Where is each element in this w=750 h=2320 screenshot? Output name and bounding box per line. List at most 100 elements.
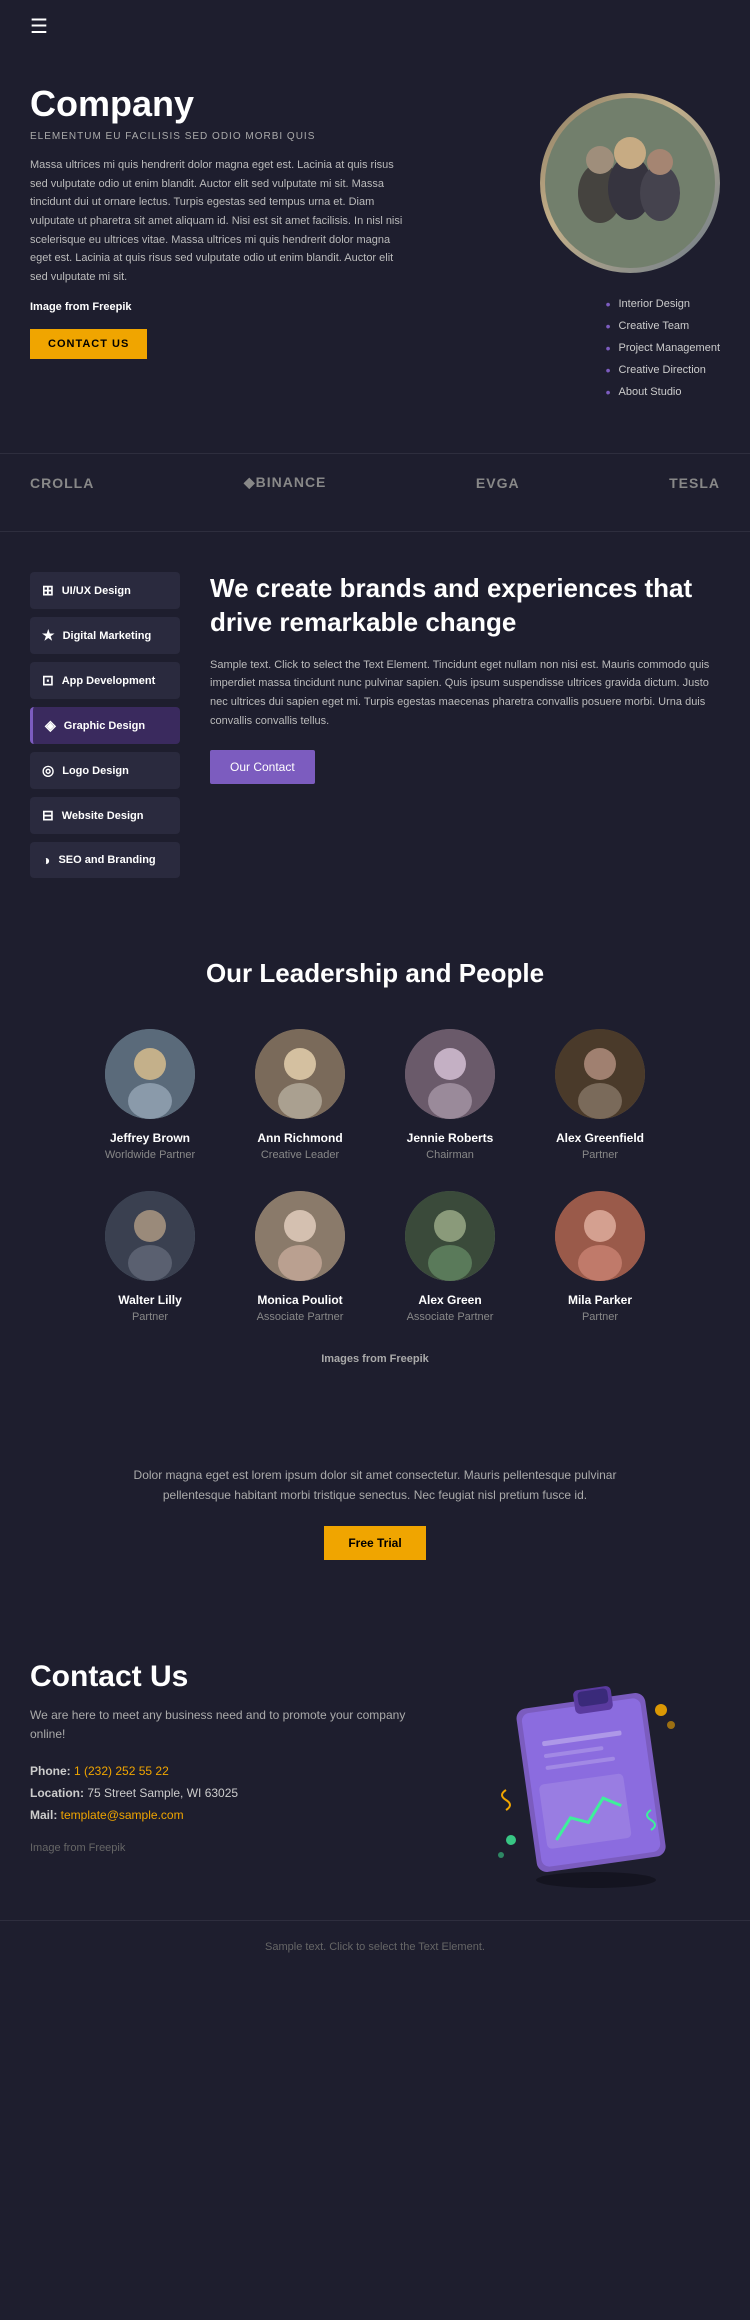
hero-body-text: Massa ultrices mi quis hendrerit dolor m… bbox=[30, 156, 413, 287]
navigation: ☰ bbox=[0, 0, 750, 53]
service-icon: ◎ bbox=[42, 762, 54, 779]
member-avatar bbox=[555, 1029, 645, 1119]
service-label: SEO and Branding bbox=[58, 854, 155, 866]
member-name: Monica Pouliot bbox=[257, 1293, 342, 1307]
cta-text: Dolor magna eget est lorem ipsum dolor s… bbox=[120, 1465, 630, 1506]
service-icon: ⊟ bbox=[42, 807, 54, 824]
member-role: Associate Partner bbox=[257, 1311, 344, 1323]
member-avatar bbox=[105, 1029, 195, 1119]
contact-title: Contact Us bbox=[30, 1660, 432, 1694]
service-menu-button[interactable]: ◑ SEO and Branding bbox=[30, 842, 180, 878]
member-name: Alex Green bbox=[418, 1293, 481, 1307]
hero-list-item: Project Management bbox=[606, 337, 720, 359]
service-label: Digital Marketing bbox=[63, 630, 152, 642]
brand-logo: EVGA bbox=[476, 475, 520, 491]
service-icon: ★ bbox=[42, 627, 55, 644]
service-menu-button[interactable]: ◈ Graphic Design bbox=[30, 707, 180, 744]
brand-logo: ◆BINANCE bbox=[244, 474, 327, 491]
team-member: Mila Parker Partner bbox=[535, 1191, 665, 1323]
member-avatar bbox=[255, 1191, 345, 1281]
services-content: We create brands and experiences that dr… bbox=[210, 572, 720, 878]
hero-list-item: Creative Team bbox=[606, 315, 720, 337]
clipboard-svg bbox=[486, 1660, 686, 1890]
service-menu-button[interactable]: ⊟ Website Design bbox=[30, 797, 180, 834]
member-name: Walter Lilly bbox=[118, 1293, 182, 1307]
hero-image bbox=[540, 93, 720, 273]
leadership-section: Our Leadership and People Jeffrey Brown … bbox=[0, 918, 750, 1405]
hero-section: Company ELEMENTUM EU FACILISIS SED ODIO … bbox=[0, 53, 750, 453]
member-role: Partner bbox=[132, 1311, 168, 1323]
hero-list: Interior DesignCreative TeamProject Mana… bbox=[606, 293, 720, 403]
footer: Sample text. Click to select the Text El… bbox=[0, 1920, 750, 1973]
contact-image-credit: Image from Freepik bbox=[30, 1842, 432, 1854]
footer-text: Sample text. Click to select the Text El… bbox=[30, 1941, 720, 1953]
member-role: Worldwide Partner bbox=[105, 1149, 195, 1161]
service-menu-button[interactable]: ★ Digital Marketing bbox=[30, 617, 180, 654]
member-name: Jennie Roberts bbox=[407, 1131, 494, 1145]
team-grid: Jeffrey Brown Worldwide Partner Ann Rich… bbox=[30, 1029, 720, 1323]
member-role: Associate Partner bbox=[407, 1311, 494, 1323]
images-credit: Images from Freepik bbox=[30, 1353, 720, 1365]
service-label: Graphic Design bbox=[64, 720, 145, 732]
our-contact-button[interactable]: Our Contact bbox=[210, 750, 315, 784]
team-member: Jeffrey Brown Worldwide Partner bbox=[85, 1029, 215, 1161]
service-menu-button[interactable]: ⊞ UI/UX Design bbox=[30, 572, 180, 609]
member-role: Chairman bbox=[426, 1149, 474, 1161]
member-name: Alex Greenfield bbox=[556, 1131, 644, 1145]
team-member: Monica Pouliot Associate Partner bbox=[235, 1191, 365, 1323]
services-section: ⊞ UI/UX Design ★ Digital Marketing ⊡ App Deve… bbox=[0, 532, 750, 918]
service-icon: ⊞ bbox=[42, 582, 54, 599]
contact-info: Contact Us We are here to meet any busin… bbox=[30, 1660, 432, 1854]
hero-list-item: Creative Direction bbox=[606, 359, 720, 381]
contact-phone: Phone: 1 (232) 252 55 22 bbox=[30, 1764, 432, 1778]
hamburger-icon[interactable]: ☰ bbox=[30, 14, 48, 39]
team-member: Alex Greenfield Partner bbox=[535, 1029, 665, 1161]
contact-email: Mail: template@sample.com bbox=[30, 1808, 432, 1822]
service-label: UI/UX Design bbox=[62, 585, 131, 597]
hero-subtitle: ELEMENTUM EU FACILISIS SED ODIO MORBI QU… bbox=[30, 131, 413, 142]
team-member: Alex Green Associate Partner bbox=[385, 1191, 515, 1323]
services-body-text: Sample text. Click to select the Text El… bbox=[210, 656, 720, 731]
contact-location: Location: 75 Street Sample, WI 63025 bbox=[30, 1786, 432, 1800]
member-role: Creative Leader bbox=[261, 1149, 339, 1161]
team-member: Jennie Roberts Chairman bbox=[385, 1029, 515, 1161]
service-label: Website Design bbox=[62, 810, 144, 822]
services-title: We create brands and experiences that dr… bbox=[210, 572, 720, 640]
member-name: Ann Richmond bbox=[257, 1131, 342, 1145]
service-menu-button[interactable]: ◎ Logo Design bbox=[30, 752, 180, 789]
hero-title: Company bbox=[30, 83, 413, 125]
contact-us-button[interactable]: CONTACT US bbox=[30, 329, 147, 359]
services-menu: ⊞ UI/UX Design ★ Digital Marketing ⊡ App Deve… bbox=[30, 572, 180, 878]
contact-section: Contact Us We are here to meet any busin… bbox=[0, 1620, 750, 1920]
member-avatar bbox=[405, 1029, 495, 1119]
contact-illustration bbox=[452, 1660, 720, 1890]
member-avatar bbox=[555, 1191, 645, 1281]
service-icon: ◈ bbox=[45, 717, 56, 734]
cta-section: Dolor magna eget est lorem ipsum dolor s… bbox=[0, 1405, 750, 1620]
service-label: App Development bbox=[62, 675, 156, 687]
member-name: Jeffrey Brown bbox=[110, 1131, 190, 1145]
contact-description: We are here to meet any business need an… bbox=[30, 1706, 432, 1744]
team-member: Ann Richmond Creative Leader bbox=[235, 1029, 365, 1161]
member-avatar bbox=[405, 1191, 495, 1281]
member-avatar bbox=[105, 1191, 195, 1281]
member-avatar bbox=[255, 1029, 345, 1119]
hero-image-credit: Image from Freepik bbox=[30, 301, 413, 313]
member-role: Partner bbox=[582, 1311, 618, 1323]
brand-logo: TESLA bbox=[669, 475, 720, 491]
member-role: Partner bbox=[582, 1149, 618, 1161]
hero-content-right: Interior DesignCreative TeamProject Mana… bbox=[433, 83, 720, 403]
brand-logo: CROLLA bbox=[30, 475, 94, 491]
hero-content-left: Company ELEMENTUM EU FACILISIS SED ODIO … bbox=[30, 83, 413, 403]
service-icon: ◑ bbox=[42, 852, 50, 868]
free-trial-button[interactable]: Free Trial bbox=[324, 1526, 425, 1560]
service-label: Logo Design bbox=[62, 765, 129, 777]
leadership-title: Our Leadership and People bbox=[30, 958, 720, 989]
service-menu-button[interactable]: ⊡ App Development bbox=[30, 662, 180, 699]
member-name: Mila Parker bbox=[568, 1293, 632, 1307]
service-icon: ⊡ bbox=[42, 672, 54, 689]
hero-list-item: Interior Design bbox=[606, 293, 720, 315]
team-member: Walter Lilly Partner bbox=[85, 1191, 215, 1323]
hero-list-item: About Studio bbox=[606, 381, 720, 403]
brands-section: CROLLA ◆BINANCE EVGA TESLA bbox=[0, 453, 750, 532]
